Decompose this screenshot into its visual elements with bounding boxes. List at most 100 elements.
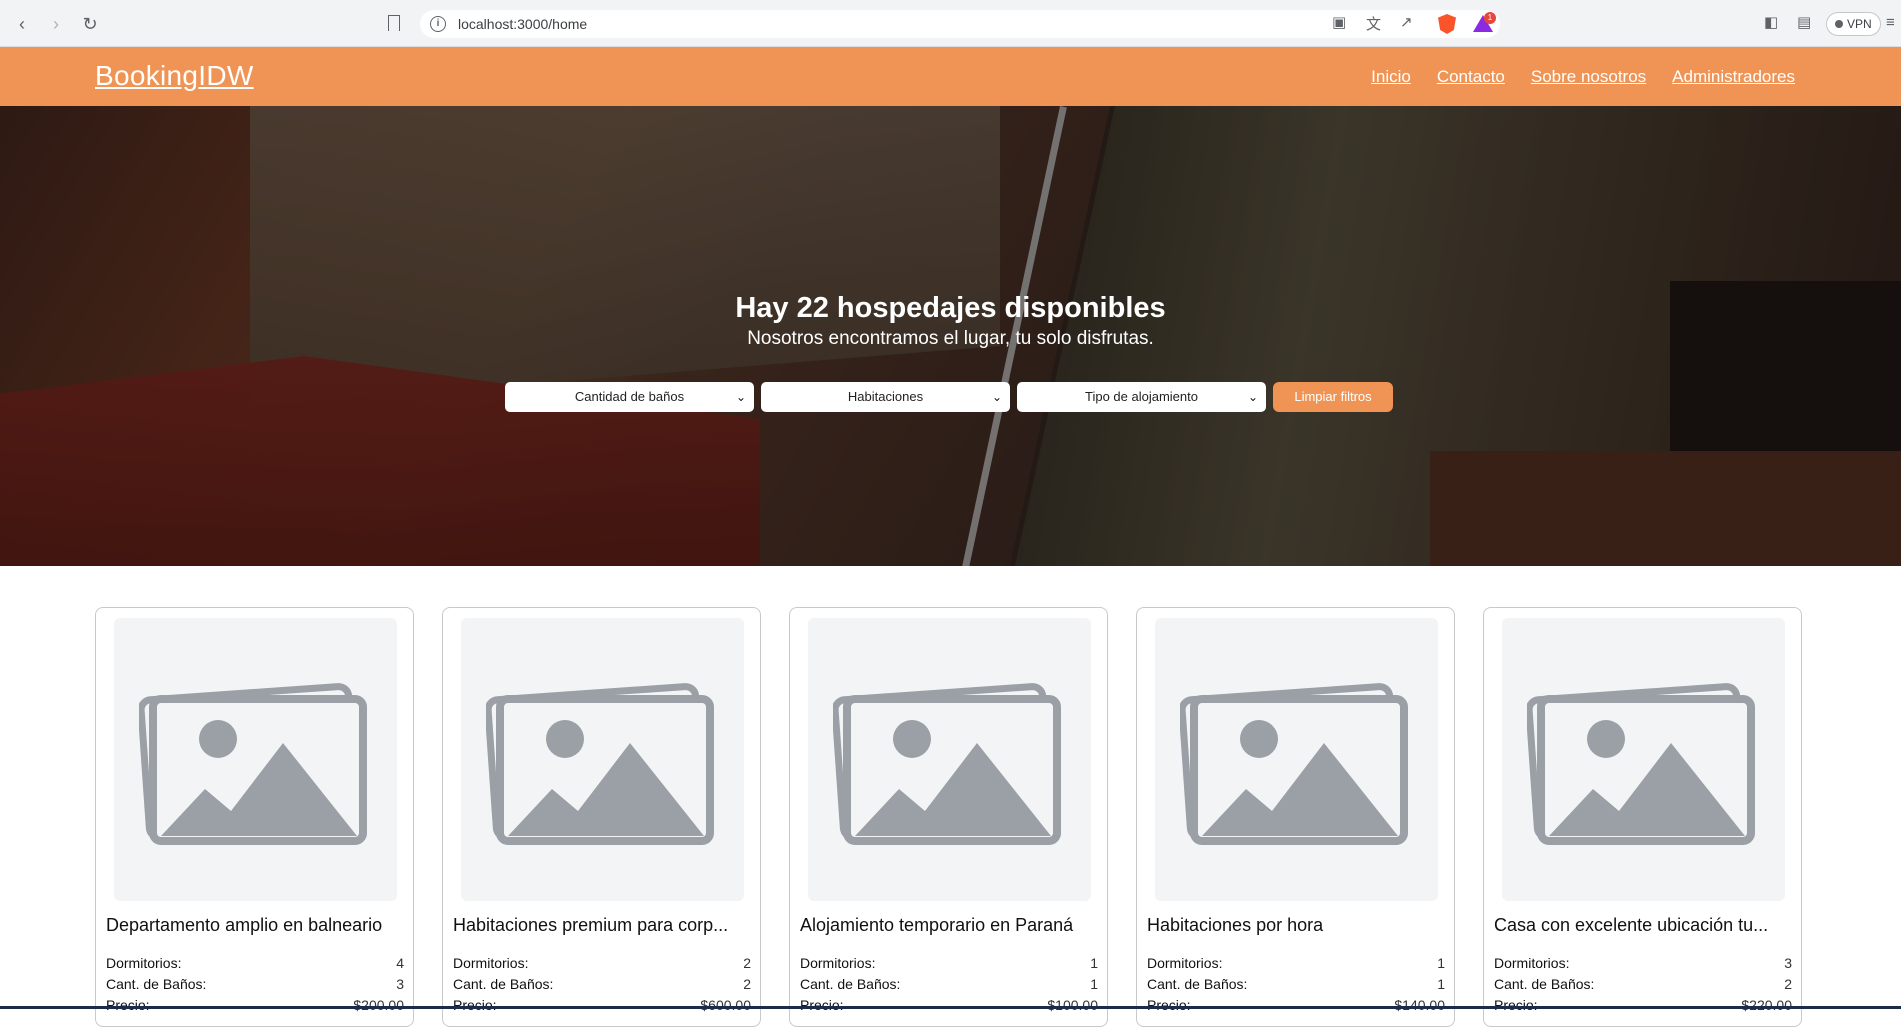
clear-filters-button[interactable]: Limpiar filtros [1273, 382, 1393, 412]
listing-title: Habitaciones por hora [1147, 915, 1324, 935]
site-header: BookingIDW Inicio Contacto Sobre nosotro… [0, 47, 1901, 106]
banos-label: Cant. de Baños: [1494, 976, 1595, 992]
dormitorios-label: Dormitorios: [106, 955, 182, 971]
tipo-select[interactable]: Tipo de alojamiento ⌄ [1017, 382, 1266, 412]
vpn-status-icon [1835, 20, 1843, 28]
tipo-select-value: Tipo de alojamiento [1085, 389, 1198, 404]
dormitorios-value: 1 [1437, 955, 1445, 971]
precio-value: $220.00 [1741, 997, 1792, 1013]
banos-select[interactable]: Cantidad de baños ⌄ [505, 382, 754, 412]
listing-image [1155, 618, 1438, 901]
banos-row: Cant. de Baños: 2 [1494, 976, 1792, 992]
forward-icon[interactable]: › [46, 14, 66, 34]
listing-title: Habitaciones premium para corp... [453, 915, 729, 935]
cast-icon[interactable]: ▣ [1332, 13, 1346, 31]
banos-value: 2 [1784, 976, 1792, 992]
url-text[interactable]: localhost:3000/home [458, 16, 587, 32]
hero-title: Hay 22 hospedajes disponibles [735, 292, 1166, 324]
banos-row: Cant. de Baños: 3 [106, 976, 404, 992]
nav-contacto[interactable]: Contacto [1437, 67, 1505, 87]
precio-value: $600.00 [700, 997, 751, 1013]
precio-value: $140.00 [1394, 997, 1445, 1013]
precio-row: Precio: $200.00 [106, 997, 404, 1013]
precio-label: Precio: [1147, 997, 1191, 1013]
dormitorios-row: Dormitorios: 1 [800, 955, 1098, 971]
precio-value: $200.00 [353, 997, 404, 1013]
dormitorios-row: Dormitorios: 2 [453, 955, 751, 971]
precio-label: Precio: [106, 997, 150, 1013]
listing-card[interactable]: Departamento amplio en balneario Dormito… [95, 607, 414, 1027]
main-nav: Inicio Contacto Sobre nosotros Administr… [1371, 67, 1795, 87]
vpn-label: VPN [1847, 17, 1872, 31]
nav-administradores[interactable]: Administradores [1672, 67, 1795, 87]
listing-image [808, 618, 1091, 901]
dormitorios-value: 4 [396, 955, 404, 971]
dormitorios-label: Dormitorios: [1494, 955, 1570, 971]
dormitorios-row: Dormitorios: 4 [106, 955, 404, 971]
dormitorios-row: Dormitorios: 1 [1147, 955, 1445, 971]
banos-row: Cant. de Baños: 2 [453, 976, 751, 992]
banos-label: Cant. de Baños: [1147, 976, 1248, 992]
dormitorios-value: 1 [1090, 955, 1098, 971]
image-placeholder-icon [1180, 683, 1408, 845]
dormitorios-label: Dormitorios: [1147, 955, 1223, 971]
bookmark-icon[interactable] [388, 15, 400, 31]
precio-row: Precio: $140.00 [1147, 997, 1445, 1013]
dormitorios-label: Dormitorios: [453, 955, 529, 971]
nav-sobre-nosotros[interactable]: Sobre nosotros [1531, 67, 1646, 87]
banos-row: Cant. de Baños: 1 [1147, 976, 1445, 992]
rewards-badge: 1 [1484, 12, 1496, 24]
chevron-down-icon: ⌄ [735, 390, 746, 404]
nav-inicio[interactable]: Inicio [1371, 67, 1411, 87]
image-placeholder-icon [486, 683, 714, 845]
listing-title: Departamento amplio en balneario [106, 915, 383, 935]
precio-row: Precio: $220.00 [1494, 997, 1792, 1013]
filter-bar: Cantidad de baños ⌄ Habitaciones ⌄ Tipo … [505, 382, 1393, 412]
habitaciones-select[interactable]: Habitaciones ⌄ [761, 382, 1010, 412]
precio-value: $100.00 [1047, 997, 1098, 1013]
translate-icon[interactable]: 文 [1366, 13, 1381, 34]
chevron-down-icon: ⌄ [1247, 390, 1258, 404]
wallet-icon[interactable]: ▤ [1797, 13, 1811, 31]
sidebar-icon[interactable]: ◧ [1764, 13, 1778, 31]
habitaciones-select-value: Habitaciones [847, 389, 924, 404]
dormitorios-row: Dormitorios: 3 [1494, 955, 1792, 971]
banos-value: 1 [1090, 976, 1098, 992]
menu-icon[interactable]: ≡ [1886, 14, 1895, 31]
banos-label: Cant. de Baños: [453, 976, 554, 992]
image-placeholder-icon [833, 683, 1061, 845]
chevron-down-icon: ⌄ [991, 390, 1002, 404]
precio-row: Precio: $100.00 [800, 997, 1098, 1013]
hero-subtitle: Nosotros encontramos el lugar, tu solo d… [747, 328, 1154, 349]
dormitorios-value: 3 [1784, 955, 1792, 971]
vpn-button[interactable]: VPN [1826, 12, 1881, 36]
hero-banner: Hay 22 hospedajes disponibles Nosotros e… [0, 106, 1901, 566]
precio-label: Precio: [1494, 997, 1538, 1013]
image-placeholder-icon [139, 683, 367, 845]
brand-link[interactable]: BookingIDW [95, 60, 254, 92]
precio-row: Precio: $600.00 [453, 997, 751, 1013]
site-info-icon[interactable]: i [430, 16, 446, 32]
banos-row: Cant. de Baños: 1 [800, 976, 1098, 992]
banos-label: Cant. de Baños: [106, 976, 207, 992]
banos-value: 1 [1437, 976, 1445, 992]
banos-select-value: Cantidad de baños [574, 389, 685, 404]
share-icon[interactable]: ↗ [1400, 13, 1413, 31]
image-placeholder-icon [1527, 683, 1755, 845]
banos-value: 3 [396, 976, 404, 992]
reload-icon[interactable]: ↻ [80, 14, 100, 34]
listing-card[interactable]: Casa con excelente ubicación tu... Dormi… [1483, 607, 1802, 1027]
listing-title: Casa con excelente ubicación tu... [1494, 915, 1769, 935]
listing-card[interactable]: Habitaciones premium para corp... Dormit… [442, 607, 761, 1027]
precio-label: Precio: [800, 997, 844, 1013]
listing-title: Alojamiento temporario en Paraná [800, 915, 1074, 935]
listing-image [1502, 618, 1785, 901]
banos-label: Cant. de Baños: [800, 976, 901, 992]
listing-card[interactable]: Alojamiento temporario en Paraná Dormito… [789, 607, 1108, 1027]
dormitorios-label: Dormitorios: [800, 955, 876, 971]
listing-image [114, 618, 397, 901]
precio-label: Precio: [453, 997, 497, 1013]
listing-card[interactable]: Habitaciones por hora Dormitorios: 1 Cant… [1136, 607, 1455, 1027]
listing-cards: Departamento amplio en balneario Dormito… [95, 607, 1802, 1027]
back-icon[interactable]: ‹ [12, 14, 32, 34]
